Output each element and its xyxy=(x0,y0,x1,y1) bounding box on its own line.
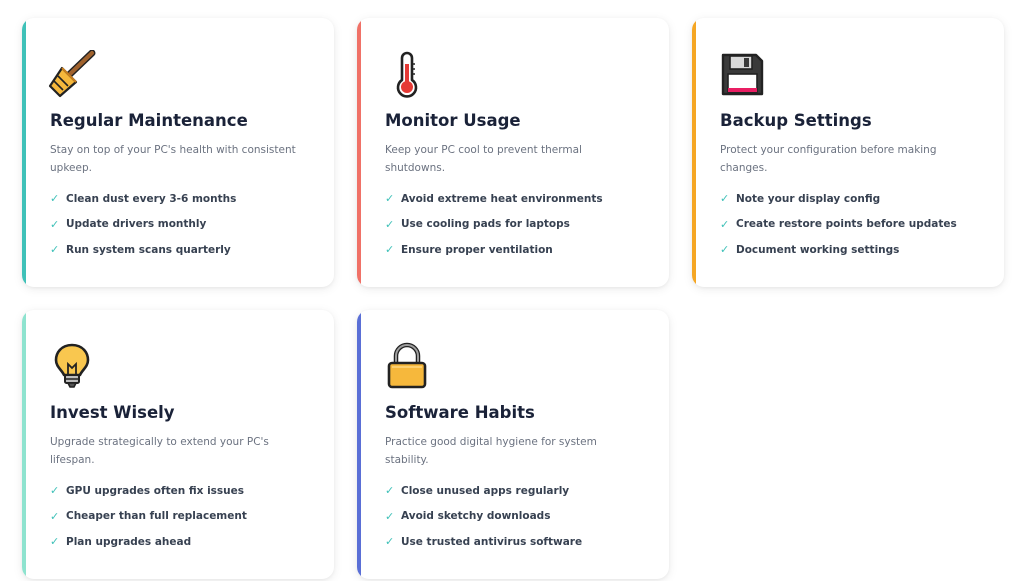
card-title: Invest Wisely xyxy=(50,403,175,422)
list-item: ✓ Use cooling pads for laptops xyxy=(385,212,645,238)
list-item-label: Use cooling pads for laptops xyxy=(401,218,570,231)
list-item-label: GPU upgrades often fix issues xyxy=(66,484,245,497)
list-item-label: Create restore points before updates xyxy=(736,218,957,231)
card-description: Stay on top of your PC's health with con… xyxy=(50,144,296,174)
list-item-label: Use trusted antivirus software xyxy=(401,535,583,548)
list-item-label: Document working settings xyxy=(736,243,900,256)
card-title: Regular Maintenance xyxy=(50,111,248,130)
check-icon: ✓ xyxy=(720,217,730,231)
card-invest-wisely: Invest Wisely Upgrade strategically to e… xyxy=(22,310,334,579)
check-icon: ✓ xyxy=(385,192,395,206)
list-item: ✓ Update drivers monthly xyxy=(50,212,310,238)
check-icon: ✓ xyxy=(720,192,730,206)
check-icon: ✓ xyxy=(50,535,60,549)
floppy-disk-icon xyxy=(718,50,766,98)
card-description: Upgrade strategically to extend your PC'… xyxy=(50,436,269,466)
check-icon: ✓ xyxy=(385,535,395,549)
broom-icon xyxy=(48,50,96,98)
check-icon: ✓ xyxy=(385,243,395,257)
check-icon: ✓ xyxy=(50,509,60,523)
check-icon: ✓ xyxy=(385,484,395,498)
check-icon: ✓ xyxy=(385,509,395,523)
list-item: ✓ Avoid extreme heat environments xyxy=(385,186,645,212)
list-item-label: Plan upgrades ahead xyxy=(66,535,192,548)
list-item: ✓ Use trusted antivirus software xyxy=(385,529,645,555)
list-item: ✓ Run system scans quarterly xyxy=(50,237,310,263)
card-software-habits: Software Habits Practice good digital hy… xyxy=(357,310,669,579)
card-backup-settings: Backup Settings Protect your configurati… xyxy=(692,18,1004,287)
list-item: ✓ Document working settings xyxy=(720,237,980,263)
card-title: Monitor Usage xyxy=(385,111,521,130)
list-item-label: Ensure proper ventilation xyxy=(401,243,553,256)
tip-list: ✓ Close unused apps regularly ✓ Avoid sket… xyxy=(385,478,645,555)
list-item: ✓ Clean dust every 3-6 months xyxy=(50,186,310,212)
tip-list: ✓ Note your display config ✓ Create restor… xyxy=(720,186,980,263)
tips-grid: Regular Maintenance Stay on top of your … xyxy=(0,0,1024,581)
list-item-label: Note your display config xyxy=(736,192,881,205)
check-icon: ✓ xyxy=(50,217,60,231)
check-icon: ✓ xyxy=(50,243,60,257)
list-item: ✓ Plan upgrades ahead xyxy=(50,529,310,555)
list-item-label: Avoid sketchy downloads xyxy=(401,510,551,523)
card-description: Keep your PC cool to prevent thermal shu… xyxy=(385,144,582,174)
list-item-label: Clean dust every 3-6 months xyxy=(66,192,237,205)
list-item: ✓ Note your display config xyxy=(720,186,980,212)
list-item: ✓ Create restore points before updates xyxy=(720,212,980,238)
list-item: ✓ GPU upgrades often fix issues xyxy=(50,478,310,504)
thermometer-icon xyxy=(383,50,431,98)
card-monitor-usage: Monitor Usage Keep your PC cool to preve… xyxy=(357,18,669,287)
check-icon: ✓ xyxy=(50,484,60,498)
card-regular-maintenance: Regular Maintenance Stay on top of your … xyxy=(22,18,334,287)
card-description: Protect your configuration before making… xyxy=(720,144,937,174)
lock-icon xyxy=(383,342,431,390)
card-description: Practice good digital hygiene for system… xyxy=(385,436,597,466)
list-item: ✓ Avoid sketchy downloads xyxy=(385,504,645,530)
check-icon: ✓ xyxy=(385,217,395,231)
list-item-label: Run system scans quarterly xyxy=(66,243,231,256)
list-item: ✓ Close unused apps regularly xyxy=(385,478,645,504)
card-title: Software Habits xyxy=(385,403,535,422)
list-item: ✓ Ensure proper ventilation xyxy=(385,237,645,263)
check-icon: ✓ xyxy=(720,243,730,257)
list-item-label: Close unused apps regularly xyxy=(401,484,570,497)
list-item-label: Avoid extreme heat environments xyxy=(401,192,603,205)
check-icon: ✓ xyxy=(50,192,60,206)
tip-list: ✓ GPU upgrades often fix issues ✓ Cheaper … xyxy=(50,478,310,555)
tip-list: ✓ Clean dust every 3-6 months ✓ Update dri… xyxy=(50,186,310,263)
card-title: Backup Settings xyxy=(720,111,872,130)
list-item-label: Update drivers monthly xyxy=(66,218,207,231)
light-bulb-icon xyxy=(48,342,96,390)
list-item-label: Cheaper than full replacement xyxy=(66,510,247,523)
list-item: ✓ Cheaper than full replacement xyxy=(50,504,310,530)
tip-list: ✓ Avoid extreme heat environments ✓ Use co… xyxy=(385,186,645,263)
